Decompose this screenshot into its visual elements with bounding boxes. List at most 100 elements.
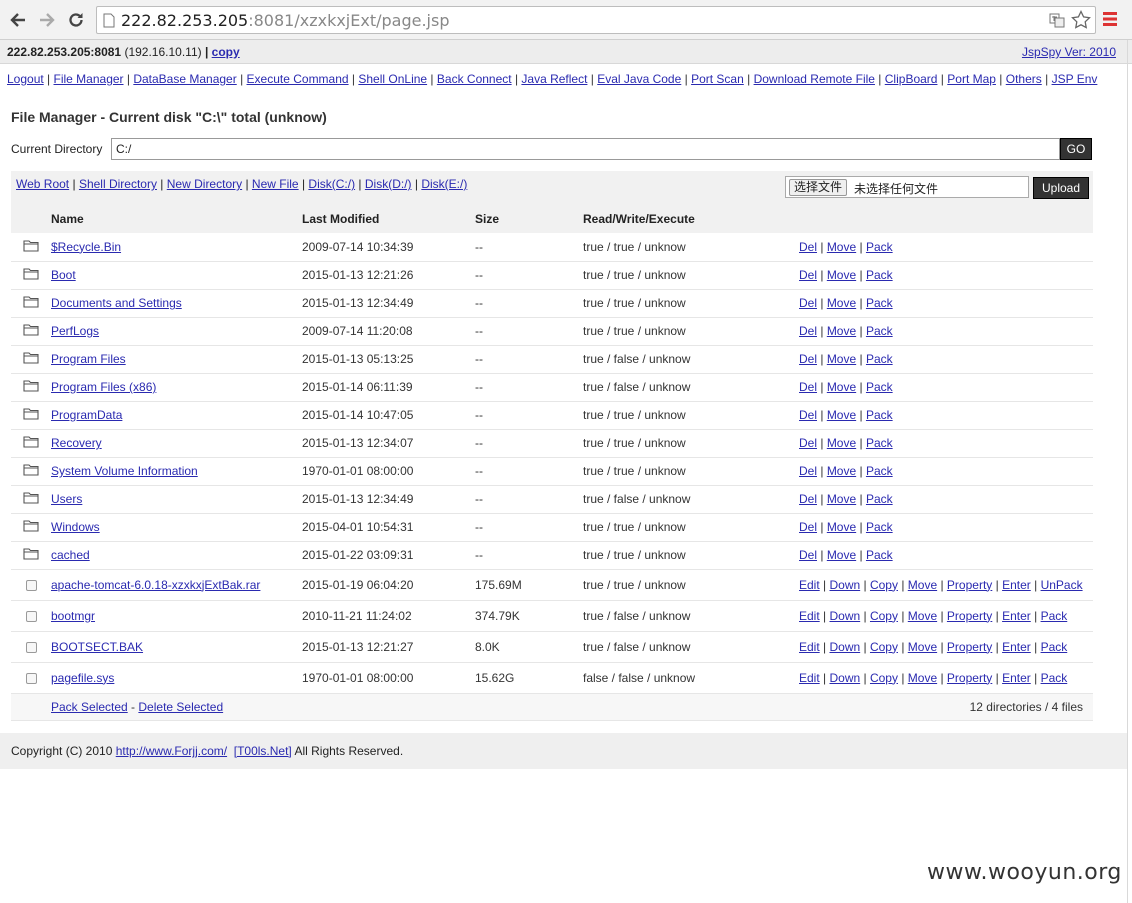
move-link[interactable]: Move bbox=[908, 578, 937, 592]
move-link[interactable]: Move bbox=[827, 268, 856, 282]
pack-link[interactable]: Pack bbox=[866, 296, 893, 310]
del-link[interactable]: Del bbox=[799, 352, 817, 366]
directory-link[interactable]: Boot bbox=[51, 268, 76, 282]
move-link[interactable]: Move bbox=[827, 408, 856, 422]
move-link[interactable]: Move bbox=[827, 436, 856, 450]
property-link[interactable]: Property bbox=[947, 609, 992, 623]
select-checkbox[interactable] bbox=[25, 579, 37, 591]
copy-link[interactable]: Copy bbox=[870, 609, 898, 623]
pack-link[interactable]: Pack bbox=[866, 548, 893, 562]
directory-link[interactable]: cached bbox=[51, 548, 90, 562]
unpack-link[interactable]: UnPack bbox=[1041, 578, 1083, 592]
pack-link[interactable]: Pack bbox=[866, 492, 893, 506]
pack-link[interactable]: Pack bbox=[866, 464, 893, 478]
pack-link[interactable]: Pack bbox=[866, 436, 893, 450]
pack-link[interactable]: Pack bbox=[866, 268, 893, 282]
del-link[interactable]: Del bbox=[799, 268, 817, 282]
del-link[interactable]: Del bbox=[799, 436, 817, 450]
file-link[interactable]: bootmgr bbox=[51, 609, 95, 623]
directory-link[interactable]: Program Files bbox=[51, 352, 126, 366]
directory-link[interactable]: PerfLogs bbox=[51, 324, 99, 338]
pack-link[interactable]: Pack bbox=[866, 380, 893, 394]
menu-jsp-env[interactable]: JSP Env bbox=[1052, 72, 1098, 86]
file-chooser[interactable]: 选择文件 未选择任何文件 bbox=[785, 176, 1029, 198]
move-link[interactable]: Move bbox=[827, 464, 856, 478]
move-link[interactable]: Move bbox=[827, 380, 856, 394]
toolbar-link-new-directory[interactable]: New Directory bbox=[167, 177, 242, 191]
reload-button[interactable] bbox=[64, 8, 88, 32]
property-link[interactable]: Property bbox=[947, 671, 992, 685]
menu-shell-online[interactable]: Shell OnLine bbox=[358, 72, 427, 86]
select-checkbox[interactable] bbox=[25, 641, 37, 653]
property-link[interactable]: Property bbox=[947, 578, 992, 592]
t00ls-link[interactable]: [T00ls.Net] bbox=[234, 744, 292, 758]
menu-others[interactable]: Others bbox=[1006, 72, 1042, 86]
toolbar-link-shell-directory[interactable]: Shell Directory bbox=[79, 177, 157, 191]
move-link[interactable]: Move bbox=[827, 324, 856, 338]
down-link[interactable]: Down bbox=[829, 578, 860, 592]
del-link[interactable]: Del bbox=[799, 408, 817, 422]
property-link[interactable]: Property bbox=[947, 640, 992, 654]
del-link[interactable]: Del bbox=[799, 324, 817, 338]
directory-link[interactable]: $Recycle.Bin bbox=[51, 240, 121, 254]
del-link[interactable]: Del bbox=[799, 492, 817, 506]
toolbar-link-web-root[interactable]: Web Root bbox=[16, 177, 69, 191]
forward-button[interactable] bbox=[35, 8, 59, 32]
toolbar-link-disk-e[interactable]: Disk(E:/) bbox=[421, 177, 467, 191]
pack-link[interactable]: Pack bbox=[1041, 609, 1068, 623]
pack-link[interactable]: Pack bbox=[1041, 640, 1068, 654]
directory-link[interactable]: Users bbox=[51, 492, 82, 506]
directory-link[interactable]: Program Files (x86) bbox=[51, 380, 156, 394]
move-link[interactable]: Move bbox=[827, 240, 856, 254]
enter-link[interactable]: Enter bbox=[1002, 640, 1031, 654]
select-checkbox[interactable] bbox=[25, 672, 37, 684]
move-link[interactable]: Move bbox=[827, 352, 856, 366]
toolbar-link-disk-d[interactable]: Disk(D:/) bbox=[365, 177, 412, 191]
current-directory-input[interactable] bbox=[111, 138, 1060, 160]
file-link[interactable]: apache-tomcat-6.0.18-xzxkxjExtBak.rar bbox=[51, 578, 260, 592]
pack-link[interactable]: Pack bbox=[866, 324, 893, 338]
star-icon[interactable] bbox=[1071, 10, 1091, 30]
down-link[interactable]: Down bbox=[829, 640, 860, 654]
del-link[interactable]: Del bbox=[799, 380, 817, 394]
menu-download-remote-file[interactable]: Download Remote File bbox=[754, 72, 875, 86]
choose-file-button[interactable]: 选择文件 bbox=[789, 179, 848, 196]
move-link[interactable]: Move bbox=[827, 548, 856, 562]
menu-port-scan[interactable]: Port Scan bbox=[691, 72, 744, 86]
menu-database-manager[interactable]: DataBase Manager bbox=[133, 72, 236, 86]
move-link[interactable]: Move bbox=[908, 640, 937, 654]
down-link[interactable]: Down bbox=[829, 671, 860, 685]
file-link[interactable]: pagefile.sys bbox=[51, 671, 114, 685]
pack-link[interactable]: Pack bbox=[866, 240, 893, 254]
directory-link[interactable]: Documents and Settings bbox=[51, 296, 182, 310]
select-checkbox[interactable] bbox=[25, 610, 37, 622]
del-link[interactable]: Del bbox=[799, 520, 817, 534]
version-link[interactable]: JspSpy Ver: 2010 bbox=[1022, 45, 1116, 59]
back-button[interactable] bbox=[6, 8, 30, 32]
enter-link[interactable]: Enter bbox=[1002, 578, 1031, 592]
pack-selected-link[interactable]: Pack Selected bbox=[51, 700, 128, 714]
del-link[interactable]: Del bbox=[799, 464, 817, 478]
move-link[interactable]: Move bbox=[827, 520, 856, 534]
upload-button[interactable]: Upload bbox=[1033, 177, 1089, 199]
enter-link[interactable]: Enter bbox=[1002, 609, 1031, 623]
translate-icon[interactable] bbox=[1049, 12, 1065, 28]
pack-link[interactable]: Pack bbox=[1041, 671, 1068, 685]
pack-link[interactable]: Pack bbox=[866, 520, 893, 534]
del-link[interactable]: Del bbox=[799, 548, 817, 562]
del-link[interactable]: Del bbox=[799, 240, 817, 254]
copy-link[interactable]: copy bbox=[212, 45, 240, 59]
menu-back-connect[interactable]: Back Connect bbox=[437, 72, 512, 86]
toolbar-link-new-file[interactable]: New File bbox=[252, 177, 299, 191]
browser-menu-button[interactable] bbox=[1100, 9, 1120, 31]
toolbar-link-disk-c[interactable]: Disk(C:/) bbox=[308, 177, 355, 191]
move-link[interactable]: Move bbox=[827, 296, 856, 310]
edit-link[interactable]: Edit bbox=[799, 609, 820, 623]
directory-link[interactable]: System Volume Information bbox=[51, 464, 198, 478]
copy-link[interactable]: Copy bbox=[870, 671, 898, 685]
copy-link[interactable]: Copy bbox=[870, 578, 898, 592]
address-bar[interactable]: 222.82.253.205:8081/xzxkxjExt/page.jsp bbox=[96, 6, 1096, 34]
menu-java-reflect[interactable]: Java Reflect bbox=[521, 72, 587, 86]
edit-link[interactable]: Edit bbox=[799, 640, 820, 654]
file-link[interactable]: BOOTSECT.BAK bbox=[51, 640, 143, 654]
